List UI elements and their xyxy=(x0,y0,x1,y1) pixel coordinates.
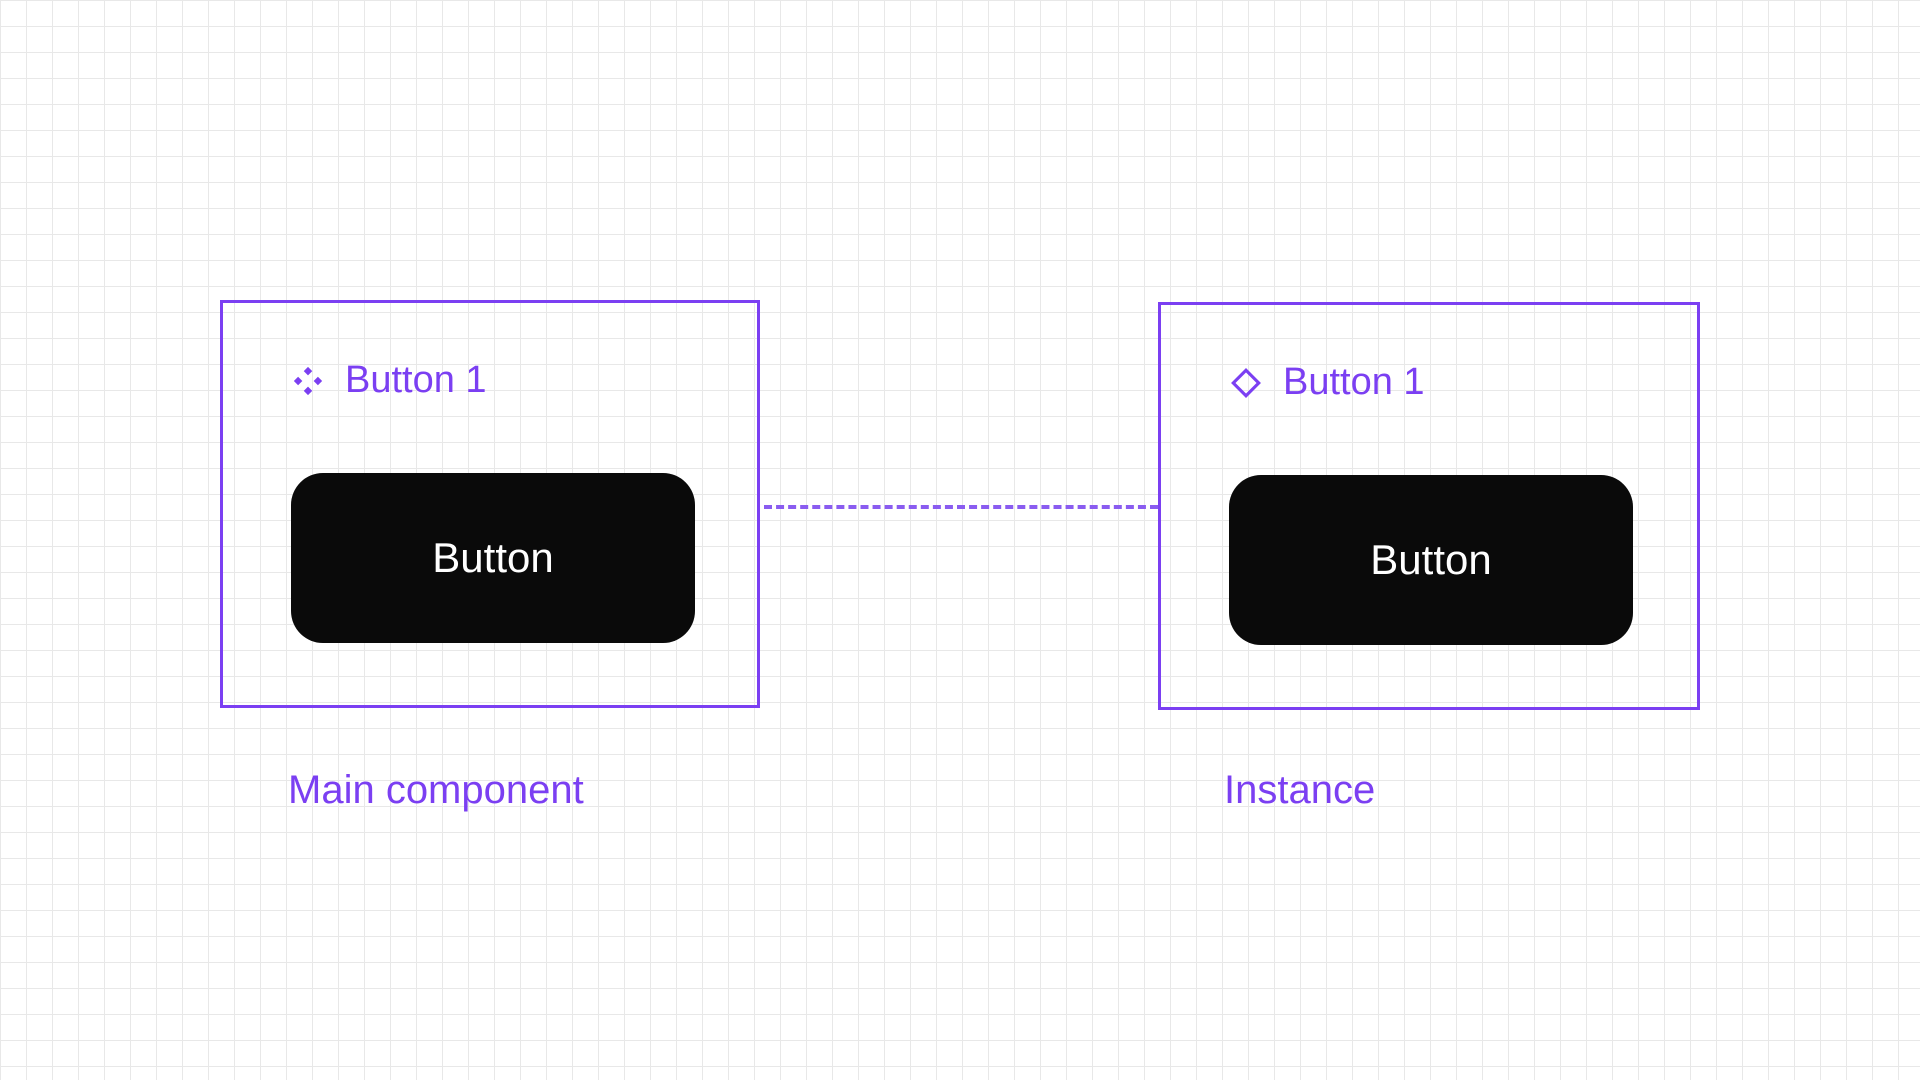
design-canvas[interactable]: Button 1 Button Button 1 Button Main com… xyxy=(0,0,1920,1080)
instance-header: Button 1 xyxy=(1161,305,1697,404)
main-button[interactable]: Button xyxy=(291,473,695,643)
main-button-label: Button xyxy=(432,534,553,582)
main-component-title: Button 1 xyxy=(345,359,487,402)
instance-caption: Instance xyxy=(1224,768,1375,813)
instance-frame[interactable]: Button 1 Button xyxy=(1158,302,1700,710)
instance-button-label: Button xyxy=(1370,536,1491,584)
component-filled-icon xyxy=(291,364,325,398)
instance-title: Button 1 xyxy=(1283,361,1425,404)
main-component-frame[interactable]: Button 1 Button xyxy=(220,300,760,708)
component-outline-icon xyxy=(1229,366,1263,400)
instance-button[interactable]: Button xyxy=(1229,475,1633,645)
main-component-header: Button 1 xyxy=(223,303,757,402)
main-component-caption: Main component xyxy=(288,768,584,813)
connector-line xyxy=(764,505,1158,509)
